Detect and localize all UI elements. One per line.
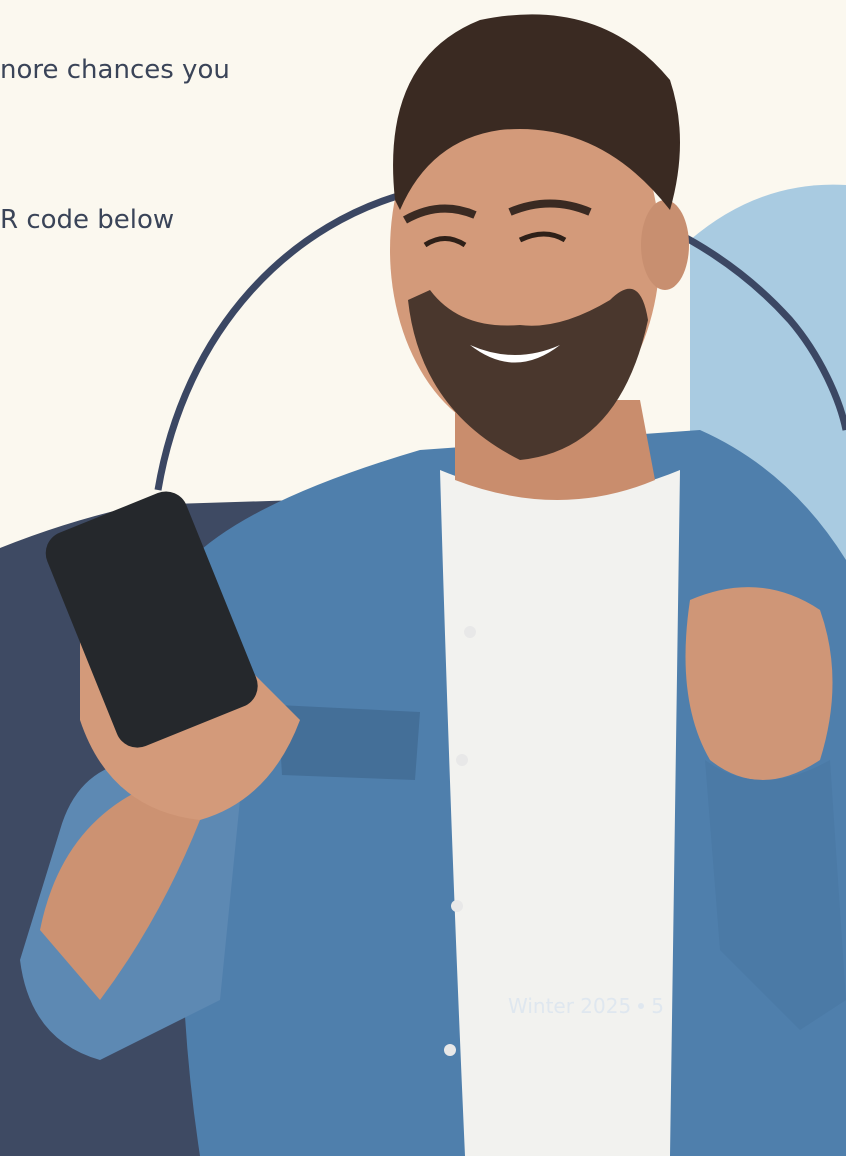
footer-season: Winter 2025	[508, 994, 632, 1018]
shirt-pocket	[278, 705, 420, 780]
magazine-page: nore chances you R code below Winter 202…	[0, 0, 846, 1156]
shirt-button	[456, 754, 468, 766]
background-artwork	[0, 0, 846, 1156]
ear	[641, 200, 689, 290]
shirt-button	[451, 900, 463, 912]
shirt-button	[444, 1044, 456, 1056]
white-tshirt	[440, 470, 680, 1156]
body-text-line-2: R code below	[0, 205, 175, 235]
page-number: 5	[651, 994, 664, 1018]
body-text-line-1: nore chances you	[0, 55, 230, 85]
raised-fist	[685, 587, 833, 780]
page-footer: Winter 2025 5	[508, 994, 664, 1018]
bullet-separator	[638, 1003, 645, 1009]
shirt-button	[464, 626, 476, 638]
